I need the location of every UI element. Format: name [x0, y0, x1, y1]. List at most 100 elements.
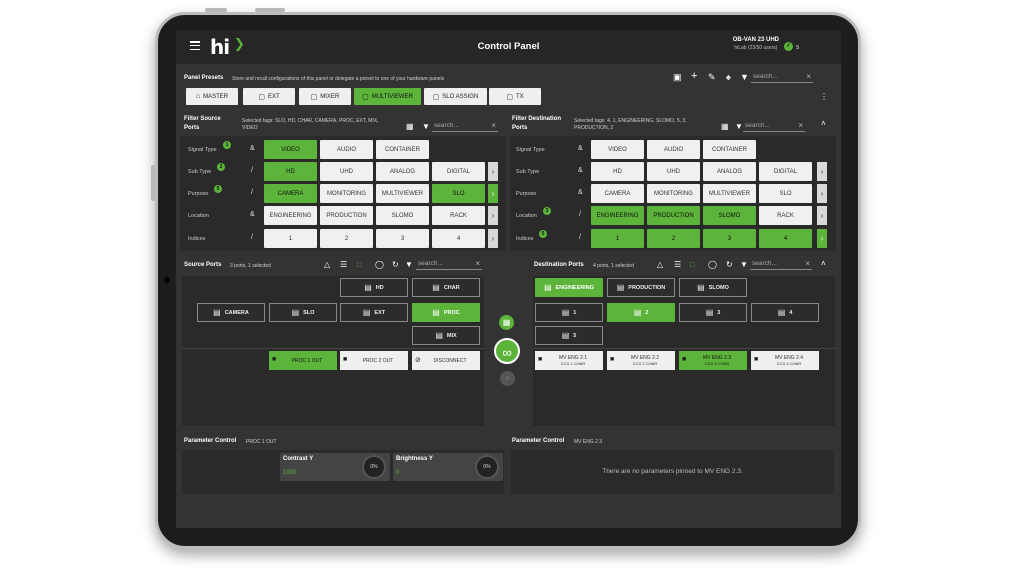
save-icon[interactable]: ▣: [673, 73, 682, 82]
knob-dial[interactable]: 0%: [362, 455, 386, 479]
cube-icon[interactable]: △: [657, 260, 663, 269]
location-operator[interactable]: &: [250, 211, 255, 218]
tree-icon[interactable]: ☰: [340, 260, 347, 269]
dest-location-operator[interactable]: /: [579, 211, 581, 218]
folder-proc[interactable]: ▤ PROC: [412, 303, 480, 322]
filter-camera[interactable]: CAMERA: [264, 184, 317, 203]
folder-icon[interactable]: □: [690, 260, 695, 269]
dest-purpose-operator[interactable]: &: [578, 189, 583, 196]
preset-tx[interactable]: ▢ TX: [489, 88, 541, 105]
more-vert-icon[interactable]: ⋮: [820, 92, 828, 101]
lock-icon[interactable]: ○: [500, 371, 515, 386]
dest-filter-digital[interactable]: DIGITAL: [759, 162, 812, 181]
filter-icon[interactable]: ▼: [422, 122, 430, 131]
chevron-right-icon[interactable]: ›: [488, 184, 498, 203]
indices-operator[interactable]: /: [251, 234, 253, 241]
dest-filter-slomo[interactable]: SLOMO: [703, 206, 756, 225]
dest-filter-container[interactable]: CONTAINER: [703, 140, 756, 159]
sub-type-operator[interactable]: /: [251, 167, 253, 174]
folder-3[interactable]: ▤ 3: [679, 303, 747, 322]
dest-filter-video[interactable]: VIDEO: [591, 140, 644, 159]
refresh-icon[interactable]: ↻: [726, 260, 733, 269]
param-contrast-y[interactable]: Contrast Y 1000 0%: [280, 453, 390, 481]
filter-slomo[interactable]: SLOMO: [376, 206, 429, 225]
dest-filter-index-1[interactable]: 1: [591, 229, 644, 248]
port-mv-eng-2-2[interactable]: ■ MV ENG 2.2 CCU 2 CHAR: [607, 351, 675, 370]
check-icon[interactable]: ✓: [784, 42, 793, 51]
filter-analog[interactable]: ANALOG: [376, 162, 429, 181]
filter-container[interactable]: CONTAINER: [376, 140, 429, 159]
dest-filter-camera[interactable]: CAMERA: [591, 184, 644, 203]
chevron-right-icon[interactable]: ›: [817, 206, 827, 225]
dest-filter-monitoring[interactable]: MONITORING: [647, 184, 700, 203]
dest-filter-production[interactable]: PRODUCTION: [647, 206, 700, 225]
disconnect-button[interactable]: ⊘ DISCONNECT: [412, 351, 480, 370]
folder-camera[interactable]: ▤ CAMERA: [197, 303, 265, 322]
filter-index-3[interactable]: 3: [376, 229, 429, 248]
folder-ext[interactable]: ▤ EXT: [340, 303, 408, 322]
clear-filter-icon[interactable]: ▦: [721, 122, 729, 131]
dest-filter-uhd[interactable]: UHD: [647, 162, 700, 181]
filter-index-1[interactable]: 1: [264, 229, 317, 248]
filter-digital[interactable]: DIGITAL: [432, 162, 485, 181]
signal-type-operator[interactable]: &: [250, 145, 255, 152]
clear-filter-icon[interactable]: ▦: [406, 122, 414, 131]
folder-2[interactable]: ▤ 2: [607, 303, 675, 322]
tree-icon[interactable]: ☰: [674, 260, 681, 269]
copy-link-icon[interactable]: ▦: [499, 315, 514, 330]
preset-master[interactable]: ⌂ MASTER: [186, 88, 238, 105]
filter-rack[interactable]: RACK: [432, 206, 485, 225]
chevron-up-icon[interactable]: ˄: [821, 119, 826, 128]
user-settings-icon[interactable]: ♠: [726, 73, 731, 82]
dest-signal-type-operator[interactable]: &: [578, 145, 583, 152]
port-mv-eng-2-3[interactable]: ■ MV ENG 2.3 CCU 3 CHAR: [679, 351, 747, 370]
dest-ports-search-input[interactable]: search... ×: [750, 259, 812, 270]
dest-filter-hd[interactable]: HD: [591, 162, 644, 181]
folder-mix[interactable]: ▤ MIX: [412, 326, 480, 345]
chevron-right-icon[interactable]: ›: [488, 229, 498, 248]
cube-icon[interactable]: △: [324, 260, 330, 269]
network-icon[interactable]: ◯: [375, 260, 384, 269]
filter-video[interactable]: VIDEO: [264, 140, 317, 159]
chevron-right-icon[interactable]: ›: [488, 206, 498, 225]
dest-sub-type-operator[interactable]: &: [578, 167, 583, 174]
chevron-up-icon[interactable]: ˄: [821, 259, 826, 268]
folder-icon[interactable]: □: [357, 260, 362, 269]
knob-dial[interactable]: 0%: [475, 455, 499, 479]
network-icon[interactable]: ◯: [708, 260, 717, 269]
dest-filter-index-3[interactable]: 3: [703, 229, 756, 248]
dest-filter-rack[interactable]: RACK: [759, 206, 812, 225]
port-mv-eng-2-1[interactable]: ■ MV ENG 2.1 CCU 1 CHAR: [535, 351, 603, 370]
link-button[interactable]: ∞: [494, 338, 520, 364]
chevron-right-icon[interactable]: ›: [817, 184, 827, 203]
dest-filter-multiviewer[interactable]: MULTIVIEWER: [703, 184, 756, 203]
folder-hd[interactable]: ▤ HD: [340, 278, 408, 297]
dest-filter-slo[interactable]: SLO: [759, 184, 812, 203]
folder-engineering[interactable]: ▤ ENGINEERING: [535, 278, 603, 297]
chevron-right-icon[interactable]: ›: [817, 162, 827, 181]
filter-multiviewer[interactable]: MULTIVIEWER: [376, 184, 429, 203]
port-mv-eng-2-4[interactable]: ■ MV ENG 2.4 CCU 4 CHAR: [751, 351, 819, 370]
folder-slo[interactable]: ▤ SLO: [269, 303, 337, 322]
dest-filter-search-input[interactable]: search... ×: [743, 121, 805, 132]
folder-5[interactable]: ▤ 5: [535, 326, 603, 345]
filter-engineering[interactable]: ENGINEERING: [264, 206, 317, 225]
add-icon[interactable]: +: [691, 71, 697, 82]
folder-1[interactable]: ▤ 1: [535, 303, 603, 322]
port-proc-1-out[interactable]: ■ PROC 1 OUT: [269, 351, 337, 370]
source-filter-search-input[interactable]: search... ×: [432, 121, 498, 132]
filter-icon[interactable]: ▼: [735, 122, 743, 131]
source-ports-search-input[interactable]: search... ×: [416, 259, 482, 270]
dest-filter-analog[interactable]: ANALOG: [703, 162, 756, 181]
dest-filter-audio[interactable]: AUDIO: [647, 140, 700, 159]
filter-icon[interactable]: ▼: [405, 260, 413, 269]
edit-icon[interactable]: ✎: [708, 73, 716, 82]
port-proc-2-out[interactable]: ■ PROC 2 OUT: [340, 351, 408, 370]
filter-icon[interactable]: ▼: [740, 260, 748, 269]
param-brightness-y[interactable]: Brightness Y 0 0%: [393, 453, 503, 481]
dest-indices-operator[interactable]: /: [579, 234, 581, 241]
preset-slo-assign[interactable]: ▢ SLO ASSIGN: [424, 88, 487, 105]
dest-filter-engineering[interactable]: ENGINEERING: [591, 206, 644, 225]
filter-uhd[interactable]: UHD: [320, 162, 373, 181]
filter-hd[interactable]: HD: [264, 162, 317, 181]
